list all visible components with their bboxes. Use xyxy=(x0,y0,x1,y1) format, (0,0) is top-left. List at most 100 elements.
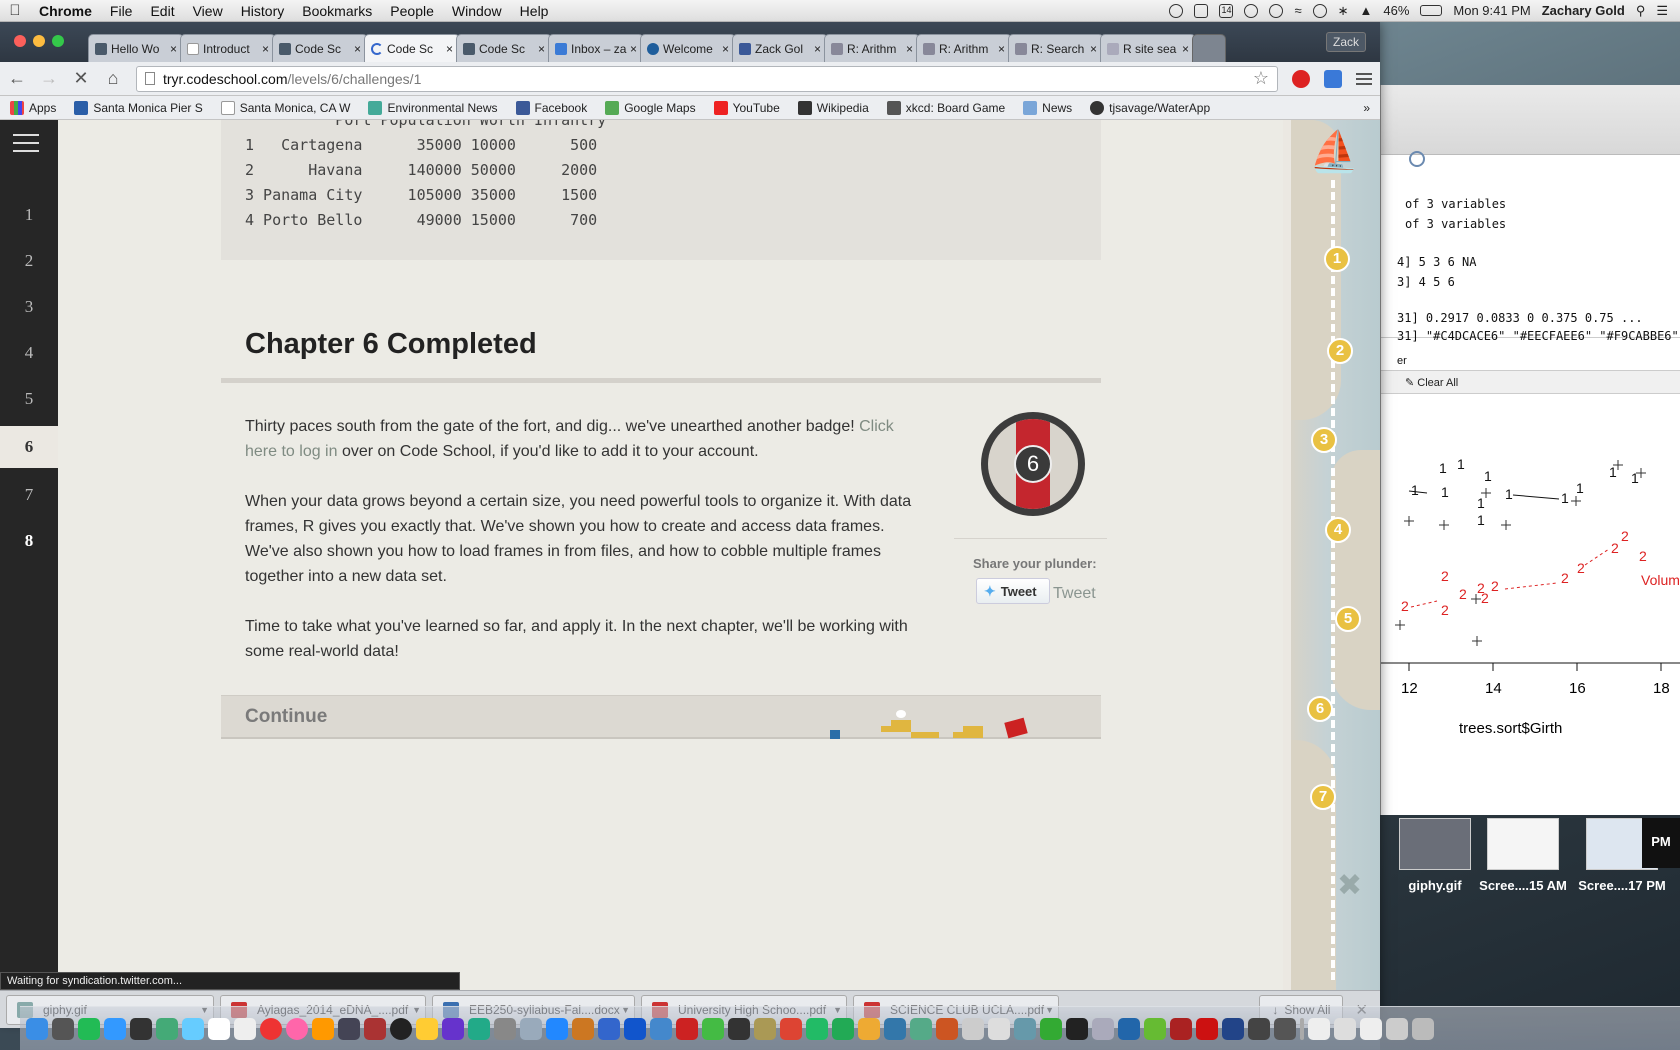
level-7-link[interactable]: 7 xyxy=(0,474,58,516)
level-3-link[interactable]: 3 xyxy=(0,286,58,328)
battery-icon[interactable] xyxy=(1420,5,1443,16)
launchpad-icon[interactable] xyxy=(52,1017,74,1040)
app-store-icon[interactable] xyxy=(104,1017,126,1040)
word-icon[interactable] xyxy=(598,1017,620,1040)
map-pin-3[interactable]: 3 xyxy=(1311,427,1337,453)
notification-center-icon[interactable]: ☰ xyxy=(1656,3,1668,19)
tab-code-school-1[interactable]: Code Sc × xyxy=(272,34,368,62)
close-tab-icon[interactable]: × xyxy=(814,42,821,56)
map-pin-5[interactable]: 5 xyxy=(1335,606,1361,632)
photos-icon[interactable] xyxy=(416,1017,438,1040)
accessibility-icon[interactable] xyxy=(1269,3,1284,18)
garageband-icon[interactable] xyxy=(338,1017,360,1040)
time-machine-icon[interactable] xyxy=(1312,3,1327,18)
system-preferences-icon[interactable] xyxy=(130,1017,152,1040)
menu-edit[interactable]: Edit xyxy=(141,3,183,19)
app-icon[interactable] xyxy=(988,1017,1010,1040)
maps-app-icon[interactable] xyxy=(910,1017,932,1040)
bookmark-environmental-news[interactable]: Environmental News xyxy=(368,100,498,115)
drive-icon[interactable] xyxy=(1169,3,1184,18)
app-icon[interactable] xyxy=(936,1017,958,1040)
globe-icon[interactable] xyxy=(624,1017,646,1040)
bing-icon[interactable] xyxy=(1194,3,1209,18)
bookmark-star-icon[interactable]: ☆ xyxy=(1253,68,1269,89)
spotlight-search-icon[interactable]: ⚲ xyxy=(1636,3,1646,19)
preview-icon[interactable] xyxy=(156,1017,178,1040)
level-1-link[interactable]: 1 xyxy=(0,194,58,236)
bookmark-xkcd[interactable]: xkcd: Board Game xyxy=(886,100,1005,115)
menu-window[interactable]: Window xyxy=(443,3,511,19)
photo-booth-icon[interactable] xyxy=(364,1017,386,1040)
tab-code-school-3[interactable]: Code Sc × xyxy=(456,34,552,62)
menu-history[interactable]: History xyxy=(232,3,294,19)
refresh-icon[interactable] xyxy=(1409,151,1425,167)
map-pin-1[interactable]: 1 xyxy=(1324,246,1350,272)
github-dock-icon[interactable] xyxy=(1274,1017,1296,1040)
chrome-dock-icon[interactable] xyxy=(260,1017,282,1040)
close-map-icon[interactable]: ✖ xyxy=(1337,868,1362,903)
apple-menu-icon[interactable]:  xyxy=(0,2,30,19)
imovie-icon[interactable] xyxy=(442,1017,464,1040)
folder-stack-icon[interactable] xyxy=(1334,1017,1356,1040)
profile-button[interactable]: Zack xyxy=(1325,32,1366,52)
powerpoint-icon[interactable] xyxy=(780,1017,802,1040)
tab-hello-world[interactable]: Hello Wo × xyxy=(88,34,184,62)
app-icon[interactable] xyxy=(1170,1017,1192,1040)
forward-arrow-icon[interactable]: → xyxy=(40,68,58,89)
bookmark-santa-monica-ca[interactable]: Santa Monica, CA W xyxy=(220,100,350,115)
steam-icon[interactable] xyxy=(1066,1017,1088,1040)
folder-stack-icon[interactable] xyxy=(1360,1017,1382,1040)
clock[interactable]: Mon 9:41 PM xyxy=(1453,3,1530,18)
envelope-icon[interactable] xyxy=(676,1017,698,1040)
chrome-menu-icon[interactable] xyxy=(1356,72,1372,85)
bookmark-apps[interactable]: Apps xyxy=(10,100,56,115)
level-5-link[interactable]: 5 xyxy=(0,378,58,420)
level-8-link[interactable]: 8 xyxy=(0,520,58,562)
desktop-file-screenshot-1[interactable]: Scree....15 AM xyxy=(1473,818,1573,918)
tab-r-site-search[interactable]: R site sea × xyxy=(1100,34,1196,62)
volume-icon[interactable]: ▲ xyxy=(1360,3,1373,18)
user-name[interactable]: Zachary Gold xyxy=(1542,3,1625,18)
close-tab-icon[interactable]: × xyxy=(170,42,177,56)
adblock-icon[interactable] xyxy=(1292,69,1310,88)
close-tab-icon[interactable]: × xyxy=(998,42,1005,56)
close-tab-icon[interactable]: × xyxy=(354,42,361,56)
wifi-icon[interactable]: ≈ xyxy=(1294,3,1301,18)
folder-stack-icon[interactable] xyxy=(1386,1017,1408,1040)
level-6-link[interactable]: 6 xyxy=(0,426,58,468)
safari-icon[interactable] xyxy=(650,1017,672,1040)
network-icon[interactable] xyxy=(884,1017,906,1040)
tweet-button[interactable]: ✦ Tweet xyxy=(976,578,1050,604)
folder-stack-icon[interactable] xyxy=(1308,1017,1330,1040)
tab-welcome[interactable]: Welcome × xyxy=(640,34,736,62)
menu-bookmarks[interactable]: Bookmarks xyxy=(293,3,381,19)
menu-file[interactable]: File xyxy=(101,3,142,19)
tab-r-search[interactable]: R: Search × xyxy=(1008,34,1104,62)
menu-view[interactable]: View xyxy=(184,3,232,19)
app-icon[interactable] xyxy=(1040,1017,1062,1040)
close-window-button[interactable] xyxy=(14,35,26,47)
menu-help[interactable]: Help xyxy=(511,3,558,19)
tweet-link[interactable]: Tweet xyxy=(1053,585,1096,603)
map-pin-6[interactable]: 6 xyxy=(1307,696,1333,722)
map-pin-4[interactable]: 4 xyxy=(1325,517,1351,543)
dashboard-icon[interactable] xyxy=(78,1017,100,1040)
app-icon[interactable] xyxy=(1248,1017,1270,1040)
zoom-window-button[interactable] xyxy=(52,35,64,47)
tab-inbox[interactable]: Inbox – za × xyxy=(548,34,644,62)
bookmark-news-folder[interactable]: News xyxy=(1023,100,1072,115)
word-w-icon[interactable] xyxy=(806,1017,828,1040)
tab-facebook[interactable]: Zack Gol × xyxy=(732,34,828,62)
hamburger-menu-icon[interactable] xyxy=(13,134,39,152)
android-icon[interactable] xyxy=(702,1017,724,1040)
time-machine-dock-icon[interactable] xyxy=(494,1017,516,1040)
skype-icon[interactable] xyxy=(546,1017,568,1040)
close-tab-icon[interactable]: × xyxy=(722,42,729,56)
r-app-icon[interactable] xyxy=(1118,1017,1140,1040)
outlook-icon[interactable] xyxy=(858,1017,880,1040)
address-bar[interactable]: tryr.codeschool.com/levels/6/challenges/… xyxy=(136,65,1278,92)
minimize-window-button[interactable] xyxy=(33,35,45,47)
notes-icon[interactable] xyxy=(234,1017,256,1040)
calendar-app-icon[interactable] xyxy=(208,1017,230,1040)
facetime-icon[interactable] xyxy=(468,1017,490,1040)
